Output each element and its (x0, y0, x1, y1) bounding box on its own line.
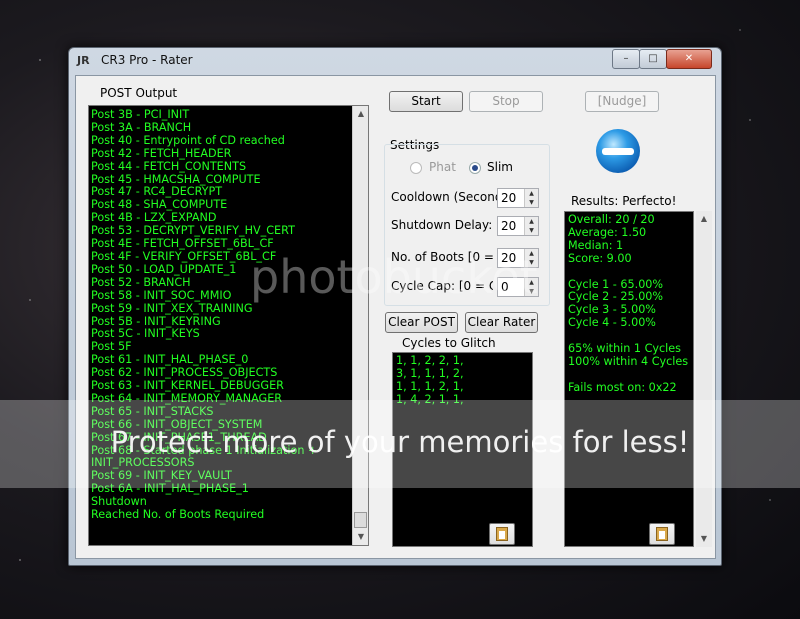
watermark-text: Protect more of your memories for less! (110, 425, 690, 459)
post-output-label: POST Output (100, 86, 178, 100)
result-line: Median: 1 (568, 238, 624, 252)
maximize-button[interactable]: □ (639, 49, 667, 69)
results-box[interactable]: Overall: 20 / 20 Average: 1.50 Median: 1 Sc… (564, 211, 694, 547)
result-line (568, 266, 693, 279)
clear-rater-button[interactable]: Clear Rater (465, 312, 538, 333)
slim-radio[interactable] (469, 162, 481, 174)
cooldown-value: 20 (501, 191, 517, 205)
phat-label: Phat (429, 160, 456, 174)
post-line: Post 44 - FETCH_CONTENTS (91, 159, 247, 173)
glitch-line: 3, 1, 1, 1, 2, (396, 366, 464, 380)
post-line: Post 5C - INIT_KEYS (91, 327, 200, 341)
post-line: Post 59 - INIT_XEX_TRAINING (91, 301, 253, 315)
clipboard-icon (656, 527, 668, 541)
post-line: Post 42 - FETCH_HEADER (91, 146, 232, 160)
clipboard-icon (496, 527, 508, 541)
copy-results-button[interactable] (649, 523, 675, 545)
cooldown-spinner[interactable]: 20 ▲ ▼ (497, 188, 539, 208)
app-window: JR CR3 Pro - Rater – □ ✕ POST Output Pos… (68, 47, 722, 566)
shutdown-delay-label: Shutdown Delay: (391, 218, 493, 232)
spin-up-icon[interactable]: ▲ (524, 189, 538, 198)
scroll-down-icon[interactable]: ▼ (353, 529, 368, 545)
blue-orb-icon (596, 129, 640, 173)
scroll-up-icon[interactable]: ▲ (353, 106, 368, 122)
glitch-lines: 1, 1, 2, 2, 1, 3, 1, 1, 1, 2, 1, 1, 1, 2, … (396, 354, 532, 407)
phat-radio[interactable] (410, 162, 422, 174)
post-line: Post 63 - INIT_KERNEL_DEBUGGER (91, 379, 284, 393)
result-line: Cycle 4 - 5.00% (568, 316, 656, 330)
watermark-logo: photobucket (250, 250, 538, 304)
title-bar[interactable]: JR CR3 Pro - Rater – □ ✕ (69, 48, 721, 74)
results-lines: Overall: 20 / 20 Average: 1.50 Median: 1 Sc… (568, 213, 693, 395)
shutdown-delay-value: 20 (501, 219, 517, 233)
results-scrollbar[interactable]: ▲ ▼ (696, 211, 712, 547)
spin-down-icon[interactable]: ▼ (524, 226, 538, 235)
results-label: Results: Perfecto! (571, 194, 677, 208)
cycles-to-glitch-label: Cycles to Glitch (402, 336, 496, 350)
close-button[interactable]: ✕ (666, 49, 712, 69)
start-button[interactable]: Start (389, 91, 463, 112)
result-line: 100% within 4 Cycles (568, 354, 689, 368)
scroll-up-icon[interactable]: ▲ (696, 211, 712, 227)
result-line: Overall: 20 / 20 (568, 213, 655, 226)
copy-glitch-button[interactable] (489, 523, 515, 545)
scroll-thumb[interactable] (354, 512, 367, 528)
slim-label: Slim (487, 160, 513, 174)
spin-down-icon[interactable]: ▼ (524, 198, 538, 207)
post-line: Post 3A - BRANCH (91, 120, 192, 134)
clear-post-button[interactable]: Clear POST (385, 312, 458, 333)
result-line: Fails most on: 0x22 (568, 380, 677, 394)
scroll-down-icon[interactable]: ▼ (696, 531, 712, 547)
spin-up-icon[interactable]: ▲ (524, 217, 538, 226)
app-logo-icon: JR (77, 54, 90, 67)
shutdown-delay-spinner[interactable]: 20 ▲ ▼ (497, 216, 539, 236)
glitch-line: 1, 1, 1, 2, 1, (396, 379, 464, 393)
result-line: Average: 1.50 (568, 225, 647, 239)
result-line (568, 369, 693, 382)
post-line: Reached No. of Boots Required (91, 508, 265, 522)
post-line: Post 40 - Entrypoint of CD reached (91, 133, 285, 147)
minimize-button[interactable]: – (612, 49, 640, 69)
result-line: Score: 9.00 (568, 251, 632, 265)
window-title: CR3 Pro - Rater (101, 53, 193, 67)
cooldown-label: Cooldown (Seconds) (391, 190, 514, 204)
glitch-line: 1, 1, 2, 2, 1, (396, 354, 464, 367)
post-line: Post 3B - PCI_INIT (91, 108, 190, 121)
stop-button[interactable]: Stop (469, 91, 543, 112)
nudge-button[interactable]: [Nudge] (585, 91, 659, 112)
